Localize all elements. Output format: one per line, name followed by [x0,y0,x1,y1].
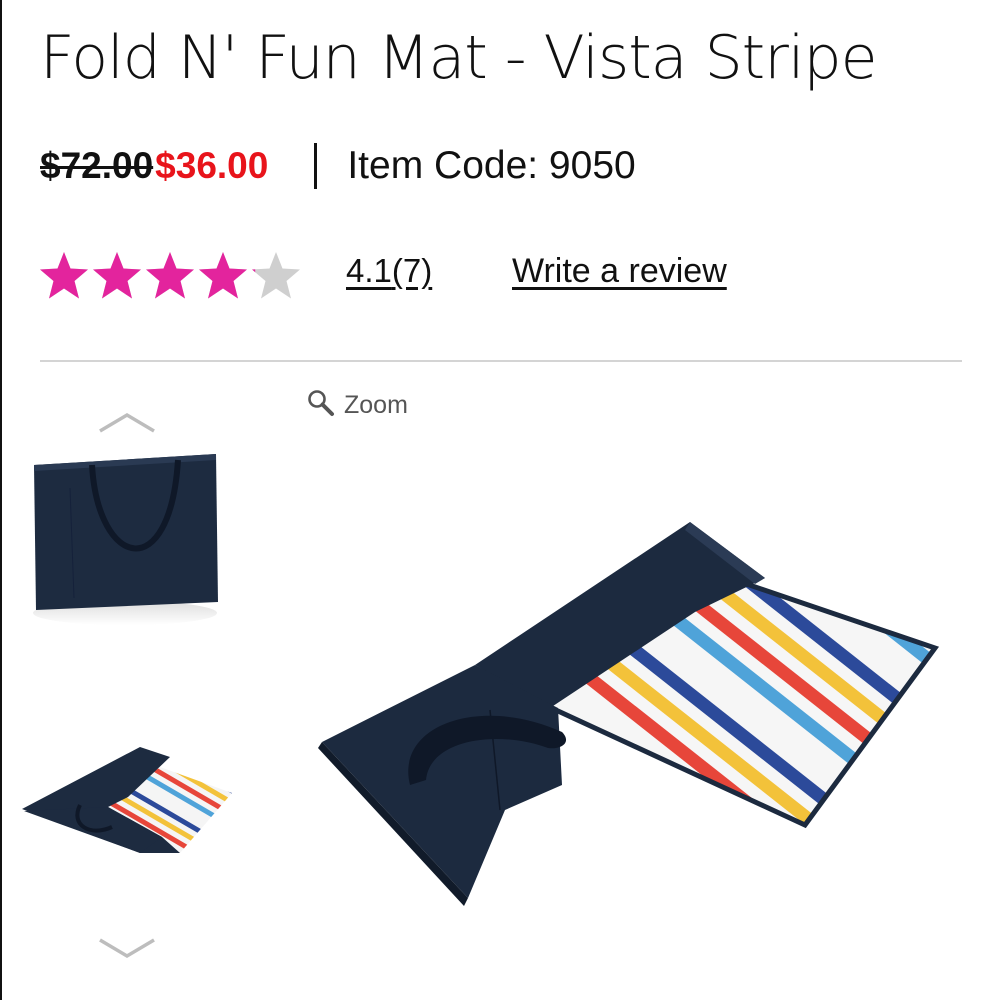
thumbnail-next-button[interactable] [98,936,156,960]
write-review-link[interactable]: Write a review [512,252,727,291]
item-code: Item Code: 9050 [347,144,636,187]
rating-count-link[interactable]: 4.1(7) [346,252,432,290]
star-icon [197,250,249,302]
star-icon [38,250,90,302]
price-separator [314,143,318,189]
main-product-image[interactable] [300,480,960,920]
price-row: $72.00 $36.00 Item Code: 9050 [40,140,636,192]
star-icon [91,250,143,302]
thumbnail-unfolded-mat[interactable] [20,745,235,855]
chevron-up-icon [98,412,156,438]
chevron-down-icon [98,938,156,964]
product-title: Fold N' Fun Mat - Vista Stripe [40,23,878,93]
left-border [0,0,2,1000]
review-count: (7) [391,252,433,289]
thumbnail-prev-button[interactable] [98,410,156,434]
star-icon [144,250,196,302]
magnifier-icon [306,388,336,423]
zoom-label: Zoom [344,391,408,419]
sale-price: $36.00 [155,145,269,186]
star-rating [38,250,303,302]
rating-value: 4.1 [346,252,392,289]
divider [40,360,962,362]
thumbnail-tote[interactable] [30,448,220,628]
star-icon [250,250,302,302]
zoom-button[interactable]: Zoom [306,388,408,423]
original-price: $72.00 [40,145,154,186]
